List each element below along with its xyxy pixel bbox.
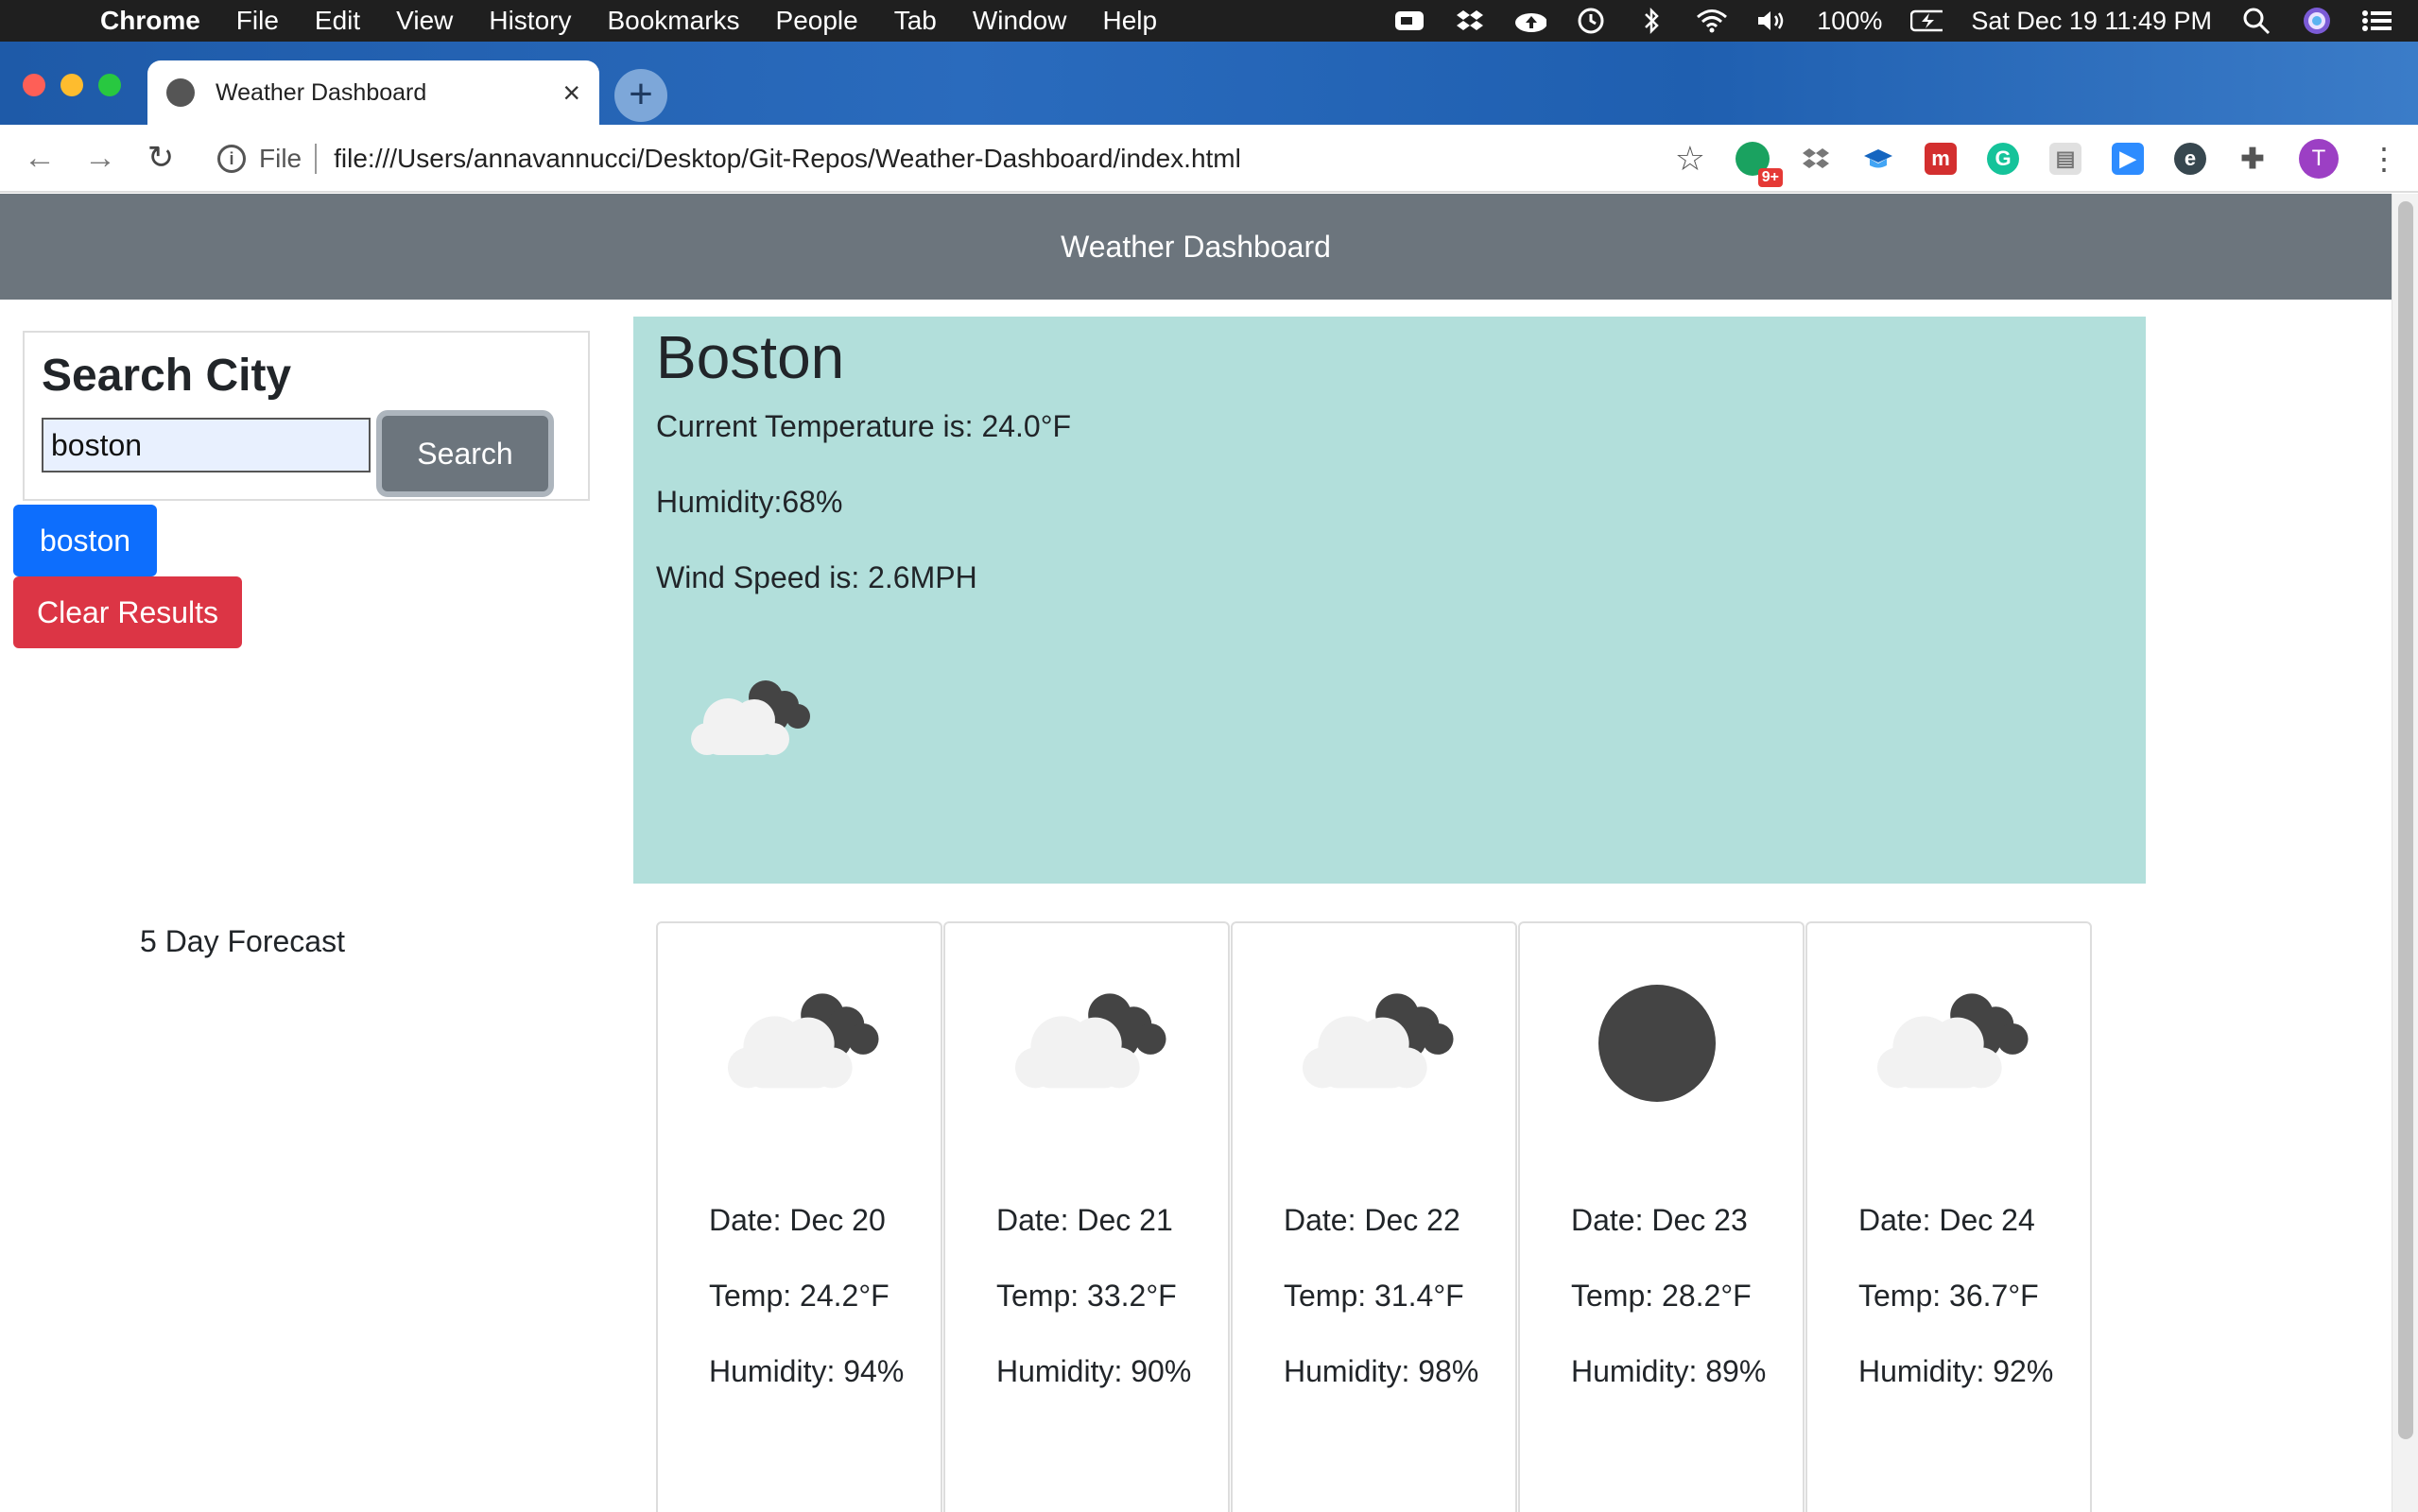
zoom-extension-icon[interactable]: ▶ (2112, 143, 2144, 175)
partly-cloudy-night-icon (1002, 980, 1182, 1108)
forecast-temp: Temp: 36.7°F (1858, 1279, 2039, 1313)
url-text[interactable]: file:///Users/annavannucci/Desktop/Git-R… (334, 144, 1241, 174)
info-icon[interactable]: i (217, 145, 246, 173)
extension-badge: 9+ (1757, 168, 1783, 187)
forecast-humidity: Humidity: 90% (996, 1354, 1192, 1388)
city-name: Boston (656, 323, 845, 391)
forecast-date: Date: Dec 23 (1571, 1203, 1748, 1237)
forecast-card: Date: Dec 24 Temp: 36.7°F Humidity: 92% (1805, 921, 2092, 1512)
menu-view[interactable]: View (396, 6, 453, 36)
kebab-menu-icon[interactable]: ⋮ (2369, 141, 2399, 177)
divider (315, 144, 318, 174)
window-close-button[interactable] (23, 74, 45, 96)
zoom-status-icon[interactable] (1393, 8, 1425, 34)
window-minimize-button[interactable] (60, 74, 83, 96)
spotlight-search-icon[interactable] (2240, 8, 2272, 35)
back-arrow-icon[interactable]: ← (9, 140, 70, 177)
profile-avatar[interactable]: T (2299, 139, 2339, 179)
forecast-humidity: Humidity: 98% (1284, 1354, 1479, 1388)
clear-results-button[interactable]: Clear Results (13, 576, 242, 648)
menubar-clock[interactable]: Sat Dec 19 11:49 PM (1971, 7, 2212, 36)
partly-cloudy-night-icon (681, 671, 822, 770)
globe-icon (166, 78, 195, 107)
browser-toolbar: ← → ↻ i File file:///Users/annavannucci/… (0, 125, 2418, 193)
scrollbar-thumb[interactable] (2398, 201, 2413, 1439)
extension-e-icon[interactable]: e (2174, 143, 2206, 175)
dropbox-status-icon[interactable] (1454, 8, 1486, 34)
forecast-date: Date: Dec 22 (1284, 1203, 1460, 1237)
partly-cloudy-night-icon (1864, 980, 2044, 1108)
forecast-card: Date: Dec 21 Temp: 33.2°F Humidity: 90% (943, 921, 1230, 1512)
volume-icon[interactable] (1756, 8, 1788, 34)
control-center-icon[interactable] (2361, 8, 2393, 34)
forecast-date: Date: Dec 20 (709, 1203, 886, 1237)
file-scheme-label: File (259, 144, 302, 173)
new-tab-button[interactable]: + (614, 69, 667, 122)
search-heading: Search City (42, 351, 292, 401)
menu-help[interactable]: Help (1102, 6, 1157, 36)
current-weather-panel: Boston Current Temperature is: 24.0°F Hu… (633, 317, 2146, 884)
web-page: Weather Dashboard Search City Search bos… (0, 194, 2392, 1512)
forward-arrow-icon[interactable]: → (70, 140, 130, 177)
menu-history[interactable]: History (489, 6, 571, 36)
bluetooth-icon[interactable] (1635, 7, 1667, 35)
wifi-icon[interactable] (1696, 8, 1728, 34)
menu-bookmarks[interactable]: Bookmarks (607, 6, 739, 36)
reload-icon[interactable]: ↻ (130, 139, 191, 177)
clear-night-icon (1596, 982, 1719, 1109)
tab-title: Weather Dashboard (216, 78, 427, 106)
forecast-temp: Temp: 31.4°F (1284, 1279, 1464, 1313)
menu-edit[interactable]: Edit (315, 6, 360, 36)
bookmark-star-icon[interactable]: ☆ (1675, 139, 1705, 179)
forecast-temp: Temp: 28.2°F (1571, 1279, 1752, 1313)
battery-icon[interactable] (1910, 8, 1943, 34)
menu-tab[interactable]: Tab (894, 6, 937, 36)
forecast-humidity: Humidity: 92% (1858, 1354, 2054, 1388)
partly-cloudy-night-icon (1289, 980, 1469, 1108)
time-machine-icon[interactable] (1575, 8, 1607, 34)
page-header: Weather Dashboard (0, 194, 2392, 300)
forecast-humidity: Humidity: 89% (1571, 1354, 1767, 1388)
mendeley-extension-icon[interactable]: m (1925, 143, 1957, 175)
extensions-row: ☆ 9+ m G ▤ ▶ e ✚ T ⋮ (1675, 125, 2399, 193)
forecast-label: 5 Day Forecast (140, 924, 345, 958)
city-search-input[interactable] (42, 418, 371, 472)
cloud-upload-icon[interactable] (1514, 8, 1547, 34)
window-zoom-button[interactable] (98, 74, 121, 96)
document-icon[interactable]: ▤ (2049, 143, 2081, 175)
current-humidity: Humidity:68% (656, 485, 843, 519)
forecast-card: Date: Dec 23 Temp: 28.2°F Humidity: 89% (1518, 921, 1805, 1512)
puzzle-extensions-icon[interactable]: ✚ (2237, 143, 2269, 175)
address-bar[interactable]: i File file:///Users/annavannucci/Deskto… (217, 125, 1241, 193)
extension-grammar-icon[interactable]: 9+ (1736, 142, 1783, 187)
menu-file[interactable]: File (236, 6, 279, 36)
menu-people[interactable]: People (776, 6, 858, 36)
grammarly-icon[interactable]: G (1987, 143, 2019, 175)
tab-close-icon[interactable]: × (562, 76, 580, 111)
history-city-button[interactable]: boston (13, 505, 157, 576)
forecast-date: Date: Dec 24 (1858, 1203, 2035, 1237)
page-scrollbar[interactable] (2392, 194, 2418, 1512)
graduation-cap-icon[interactable] (1862, 143, 1894, 175)
browser-tab[interactable]: Weather Dashboard × (147, 60, 599, 125)
search-button[interactable]: Search (376, 410, 554, 497)
dropbox-extension-icon[interactable] (1800, 143, 1832, 175)
forecast-card: Date: Dec 22 Temp: 31.4°F Humidity: 98% (1231, 921, 1517, 1512)
battery-percent: 100% (1817, 6, 1883, 35)
menu-app-name[interactable]: Chrome (100, 6, 200, 36)
mac-menubar: Chrome File Edit View History Bookmarks … (0, 0, 2418, 42)
search-card: Search City Search (23, 331, 590, 501)
forecast-card: Date: Dec 20 Temp: 24.2°F Humidity: 94% (656, 921, 942, 1512)
siri-icon[interactable] (2301, 8, 2333, 34)
menu-window[interactable]: Window (973, 6, 1067, 36)
partly-cloudy-night-icon (715, 980, 894, 1108)
browser-tab-strip: Weather Dashboard × + (0, 42, 2418, 125)
forecast-temp: Temp: 24.2°F (709, 1279, 889, 1313)
forecast-date: Date: Dec 21 (996, 1203, 1173, 1237)
current-wind-speed: Wind Speed is: 2.6MPH (656, 560, 977, 594)
forecast-humidity: Humidity: 94% (709, 1354, 905, 1388)
current-temperature: Current Temperature is: 24.0°F (656, 409, 1072, 443)
forecast-temp: Temp: 33.2°F (996, 1279, 1177, 1313)
